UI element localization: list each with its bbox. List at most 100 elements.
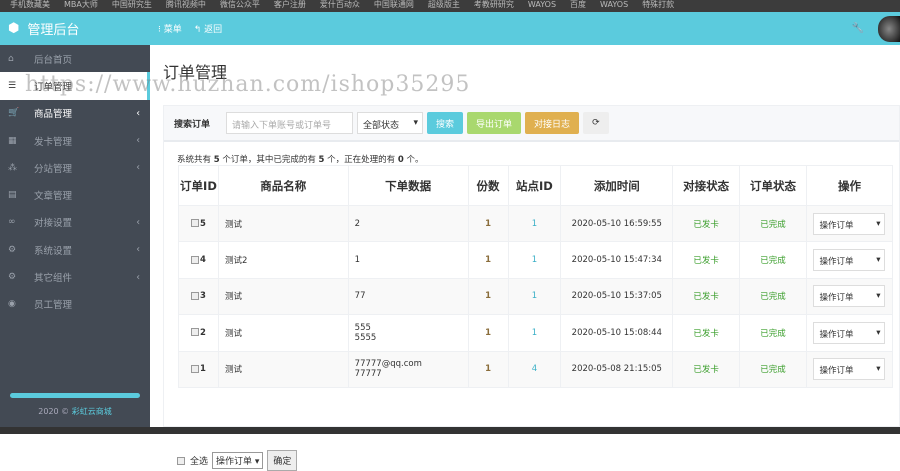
sitemap-icon: ⁂ bbox=[8, 162, 17, 173]
site-link[interactable]: 1 bbox=[507, 241, 562, 279]
site-link[interactable]: 1 bbox=[507, 204, 562, 243]
logo[interactable]: ⬢ 管理后台 bbox=[0, 19, 150, 38]
order-status: 已完成 bbox=[739, 204, 807, 243]
bookmark[interactable]: 中国研究生 bbox=[112, 0, 152, 12]
table-row: 4 测试2 1 1 1 2020-05-10 15:47:34 已发卡 已完成 … bbox=[178, 241, 894, 279]
sidebar: ⌂ 后台首页 ☰ 订单管理 🛒 商品管理 ‹ ▦ 发卡管理 ‹ ⁂ 分站管理 ‹ ▤ 文章管理 ∞ 对接设置 ‹ ⚙… bbox=[0, 45, 150, 427]
dock-status: 已发卡 bbox=[672, 204, 741, 243]
confirm-button[interactable]: 确定 bbox=[267, 450, 298, 471]
bookmark[interactable]: 爱什百动众 bbox=[320, 0, 360, 12]
bookmarks-bar: 手机数藏美 MBA大师 中国研究生 腾讯视频中 微信公众平 客户注册 爱什百动众 中国联通网 超… bbox=[0, 0, 900, 12]
chevron-left-icon: ‹ bbox=[136, 107, 140, 119]
column-header: 订单ID bbox=[178, 165, 219, 206]
order-action-select[interactable]: 操作订单 bbox=[813, 285, 886, 308]
site-link[interactable]: 1 bbox=[507, 314, 562, 352]
sidebar-item[interactable]: ⌂ 后台首页 bbox=[0, 45, 150, 72]
bookmark[interactable]: WAYOS bbox=[528, 0, 556, 12]
bookmark[interactable]: 手机数藏美 bbox=[10, 0, 50, 12]
bookmark[interactable]: 腾讯视频中 bbox=[166, 0, 206, 12]
home-icon: ⌂ bbox=[8, 53, 14, 64]
sidebar-footer: 2020 © 彩虹云商城 bbox=[0, 393, 150, 417]
dock-status: 已发卡 bbox=[672, 350, 741, 388]
book-icon: ▤ bbox=[8, 190, 17, 201]
bookmark[interactable]: 百度 bbox=[570, 0, 586, 12]
wrench-icon[interactable]: 🔧 bbox=[852, 23, 864, 34]
top-header: ⬢ 管理后台 ⁝ 菜单 ↰ 返回 🔧 bbox=[0, 12, 900, 45]
order-action-select[interactable]: 操作订单 bbox=[813, 321, 886, 344]
bookmark[interactable]: 中国联通网 bbox=[374, 0, 414, 12]
bookmark[interactable]: 超级版主 bbox=[428, 0, 460, 12]
bookmark[interactable]: 客户注册 bbox=[274, 0, 306, 12]
bookmark[interactable]: 特殊打款 bbox=[642, 0, 674, 12]
gear-icon: ⚙ bbox=[8, 244, 17, 255]
dock-log-button[interactable]: 对接日志 bbox=[525, 112, 580, 134]
order-status: 已完成 bbox=[739, 350, 807, 388]
back-link[interactable]: ↰ 返回 bbox=[194, 22, 222, 35]
dock-status: 已发卡 bbox=[672, 277, 741, 316]
sidebar-item[interactable]: ◉ 员工管理 bbox=[0, 291, 150, 318]
grid-icon: ▦ bbox=[8, 135, 17, 146]
dock-status: 已发卡 bbox=[672, 314, 741, 352]
sidebar-item[interactable]: ▤ 文章管理 bbox=[0, 181, 150, 208]
status-select[interactable]: 全部状态 bbox=[357, 112, 424, 134]
sidebar-item[interactable]: ☰ 订单管理 bbox=[0, 72, 150, 100]
menu-toggle[interactable]: ⁝ 菜单 bbox=[158, 22, 182, 35]
column-header: 操作 bbox=[805, 165, 894, 206]
chevron-left-icon: ‹ bbox=[136, 162, 140, 174]
search-button[interactable]: 搜索 bbox=[427, 112, 464, 134]
column-header: 商品名称 bbox=[217, 165, 349, 206]
page-title: 订单管理 bbox=[163, 63, 228, 82]
table-row: 1 测试 77777@qq.com 77777 1 4 2020-05-08 21… bbox=[178, 350, 894, 388]
orders-panel: 搜索订单 请输入下单账号或订单号 全部状态 搜索 导出订单 对接日志 ⟳ 系统共… bbox=[163, 105, 900, 471]
site-link[interactable]: 4 bbox=[507, 350, 562, 388]
refresh-button[interactable]: ⟳ bbox=[583, 112, 609, 134]
sidebar-item[interactable]: ⚙ 系统设置 ‹ bbox=[0, 236, 150, 263]
list-icon: ☰ bbox=[8, 80, 17, 91]
refresh-icon: ⟳ bbox=[592, 118, 600, 128]
chevron-left-icon: ‹ bbox=[136, 135, 140, 147]
status-bar bbox=[0, 427, 900, 434]
export-button[interactable]: 导出订单 bbox=[467, 112, 522, 134]
column-header: 下单数据 bbox=[347, 165, 469, 206]
row-checkbox[interactable] bbox=[191, 219, 199, 228]
order-summary: 系统共有 5 个订单，其中已完成的有 5 个，正在处理的有 0 个。 bbox=[177, 155, 424, 165]
cogs-icon: ⚙ bbox=[8, 272, 17, 283]
table-row: 5 测试 2 1 1 2020-05-10 16:59:55 已发卡 已完成 操… bbox=[178, 204, 894, 243]
sidebar-item[interactable]: ⚙ 其它组件 ‹ bbox=[0, 263, 150, 290]
column-header: 站点ID bbox=[507, 165, 562, 206]
order-action-select[interactable]: 操作订单 bbox=[813, 249, 886, 272]
sidebar-item[interactable]: 🛒 商品管理 ‹ bbox=[0, 100, 150, 127]
brand-link[interactable]: 彩虹云商城 bbox=[72, 407, 112, 416]
avatar[interactable] bbox=[878, 15, 900, 42]
bookmark[interactable]: WAYOS bbox=[600, 0, 628, 12]
orders-table: 订单ID 商品名称 下单数据 份数 站点ID 添加时间 对接状态 订单状态 操作 5 测试 2 1… bbox=[178, 165, 894, 388]
search-bar: 搜索订单 请输入下单账号或订单号 全部状态 搜索 导出订单 对接日志 ⟳ bbox=[164, 106, 899, 142]
cart-icon: 🛒 bbox=[8, 108, 20, 119]
search-input[interactable]: 请输入下单账号或订单号 bbox=[226, 112, 354, 134]
bookmark[interactable]: MBA大师 bbox=[64, 0, 98, 12]
sidebar-item[interactable]: ⁂ 分站管理 ‹ bbox=[0, 154, 150, 181]
bookmark[interactable]: 考教研研究 bbox=[474, 0, 514, 12]
select-all-checkbox[interactable] bbox=[177, 456, 185, 465]
table-row: 2 测试 555 5555 1 1 2020-05-10 15:08:44 已发卡… bbox=[178, 314, 894, 352]
column-header: 对接状态 bbox=[672, 165, 741, 206]
cube-icon: ⬢ bbox=[8, 21, 20, 36]
bulk-action-select[interactable]: 操作订单 ▾ bbox=[212, 452, 264, 469]
order-status: 已完成 bbox=[739, 277, 807, 316]
sidebar-progress-bar bbox=[10, 393, 140, 398]
order-action-select[interactable]: 操作订单 bbox=[813, 358, 886, 381]
row-checkbox[interactable] bbox=[191, 328, 199, 337]
sidebar-item[interactable]: ▦ 发卡管理 ‹ bbox=[0, 127, 150, 154]
row-checkbox[interactable] bbox=[191, 291, 199, 300]
order-status: 已完成 bbox=[739, 314, 807, 352]
row-checkbox[interactable] bbox=[191, 364, 199, 373]
main-content: 订单管理 搜索订单 请输入下单账号或订单号 全部状态 搜索 导出订单 对接日志 … bbox=[150, 45, 900, 471]
chevron-left-icon: ‹ bbox=[136, 271, 140, 283]
chevron-left-icon: ‹ bbox=[136, 216, 140, 228]
order-action-select[interactable]: 操作订单 bbox=[813, 212, 886, 235]
user-icon: ◉ bbox=[8, 299, 16, 310]
row-checkbox[interactable] bbox=[191, 255, 199, 264]
sidebar-item[interactable]: ∞ 对接设置 ‹ bbox=[0, 209, 150, 236]
site-link[interactable]: 1 bbox=[507, 277, 562, 316]
bookmark[interactable]: 微信公众平 bbox=[220, 0, 260, 12]
